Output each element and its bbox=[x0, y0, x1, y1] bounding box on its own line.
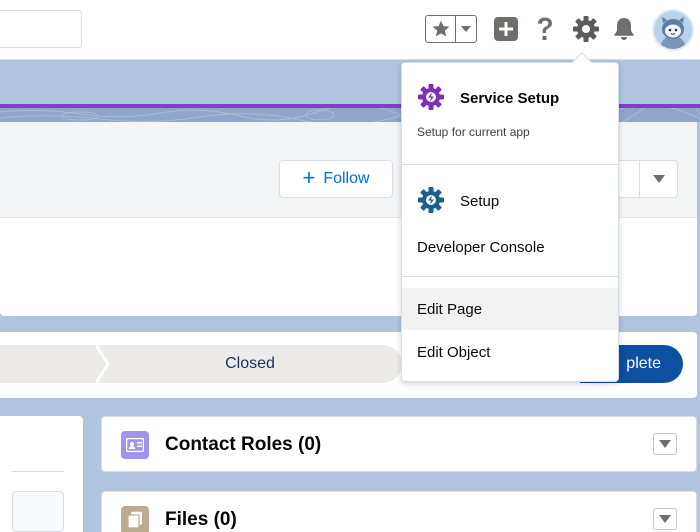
contact-roles-icon bbox=[121, 431, 149, 459]
chevron-down-icon bbox=[461, 26, 471, 32]
contact-roles-title[interactable]: Contact Roles (0) bbox=[165, 417, 321, 473]
gear-icon bbox=[573, 16, 599, 42]
star-icon bbox=[432, 20, 449, 37]
add-icon: + bbox=[302, 165, 316, 190]
astro-avatar-icon bbox=[654, 11, 692, 49]
service-setup-subtitle: Setup for current app bbox=[417, 125, 530, 139]
notifications-button[interactable] bbox=[609, 14, 639, 44]
setup-menu-service-section: Service Setup Setup for current app bbox=[402, 63, 618, 165]
setup-item[interactable]: Setup bbox=[460, 193, 499, 210]
global-header bbox=[0, 0, 700, 60]
favorites-dropdown-button[interactable] bbox=[456, 16, 476, 42]
favorites-button-group bbox=[425, 15, 477, 43]
details-divider bbox=[12, 471, 64, 472]
chevron-down-icon bbox=[652, 175, 665, 183]
follow-button[interactable]: + Follow bbox=[279, 160, 393, 198]
search-input[interactable] bbox=[0, 10, 82, 48]
setup-menu: Service Setup Setup for current app Setu… bbox=[401, 62, 619, 382]
service-setup-item[interactable]: Service Setup bbox=[460, 90, 559, 107]
setup-gear-icon bbox=[418, 187, 444, 213]
chevron-down-icon bbox=[659, 440, 671, 448]
complete-label: plete bbox=[626, 355, 661, 372]
help-icon bbox=[538, 17, 552, 40]
path-stage-closed[interactable]: Closed bbox=[110, 345, 390, 383]
help-button[interactable] bbox=[530, 14, 560, 44]
files-menu-button[interactable] bbox=[653, 508, 677, 530]
plus-icon bbox=[494, 17, 518, 41]
path-chevron bbox=[96, 345, 110, 383]
contact-roles-menu-button[interactable] bbox=[653, 433, 677, 455]
chevron-down-icon bbox=[659, 515, 671, 523]
developer-console-item[interactable]: Developer Console bbox=[417, 239, 545, 256]
files-card: Files (0) bbox=[101, 491, 697, 532]
contact-roles-card: Contact Roles (0) bbox=[101, 416, 697, 472]
favorites-star-button[interactable] bbox=[426, 16, 456, 42]
setup-menu-main-section: Setup Developer Console bbox=[402, 165, 618, 277]
bell-icon bbox=[614, 18, 634, 40]
global-actions-button[interactable] bbox=[491, 14, 521, 44]
files-title[interactable]: Files (0) bbox=[165, 492, 237, 532]
edit-page-item[interactable]: Edit Page bbox=[402, 288, 618, 330]
details-field[interactable] bbox=[12, 491, 64, 532]
path-track: Closed bbox=[0, 345, 402, 383]
more-actions-button[interactable] bbox=[639, 161, 678, 197]
service-setup-gear-icon bbox=[418, 84, 444, 110]
edit-object-item[interactable]: Edit Object bbox=[402, 331, 618, 373]
follow-label: Follow bbox=[323, 170, 370, 187]
files-icon bbox=[121, 506, 149, 532]
user-avatar[interactable] bbox=[652, 9, 694, 51]
setup-gear-button[interactable] bbox=[571, 14, 601, 44]
